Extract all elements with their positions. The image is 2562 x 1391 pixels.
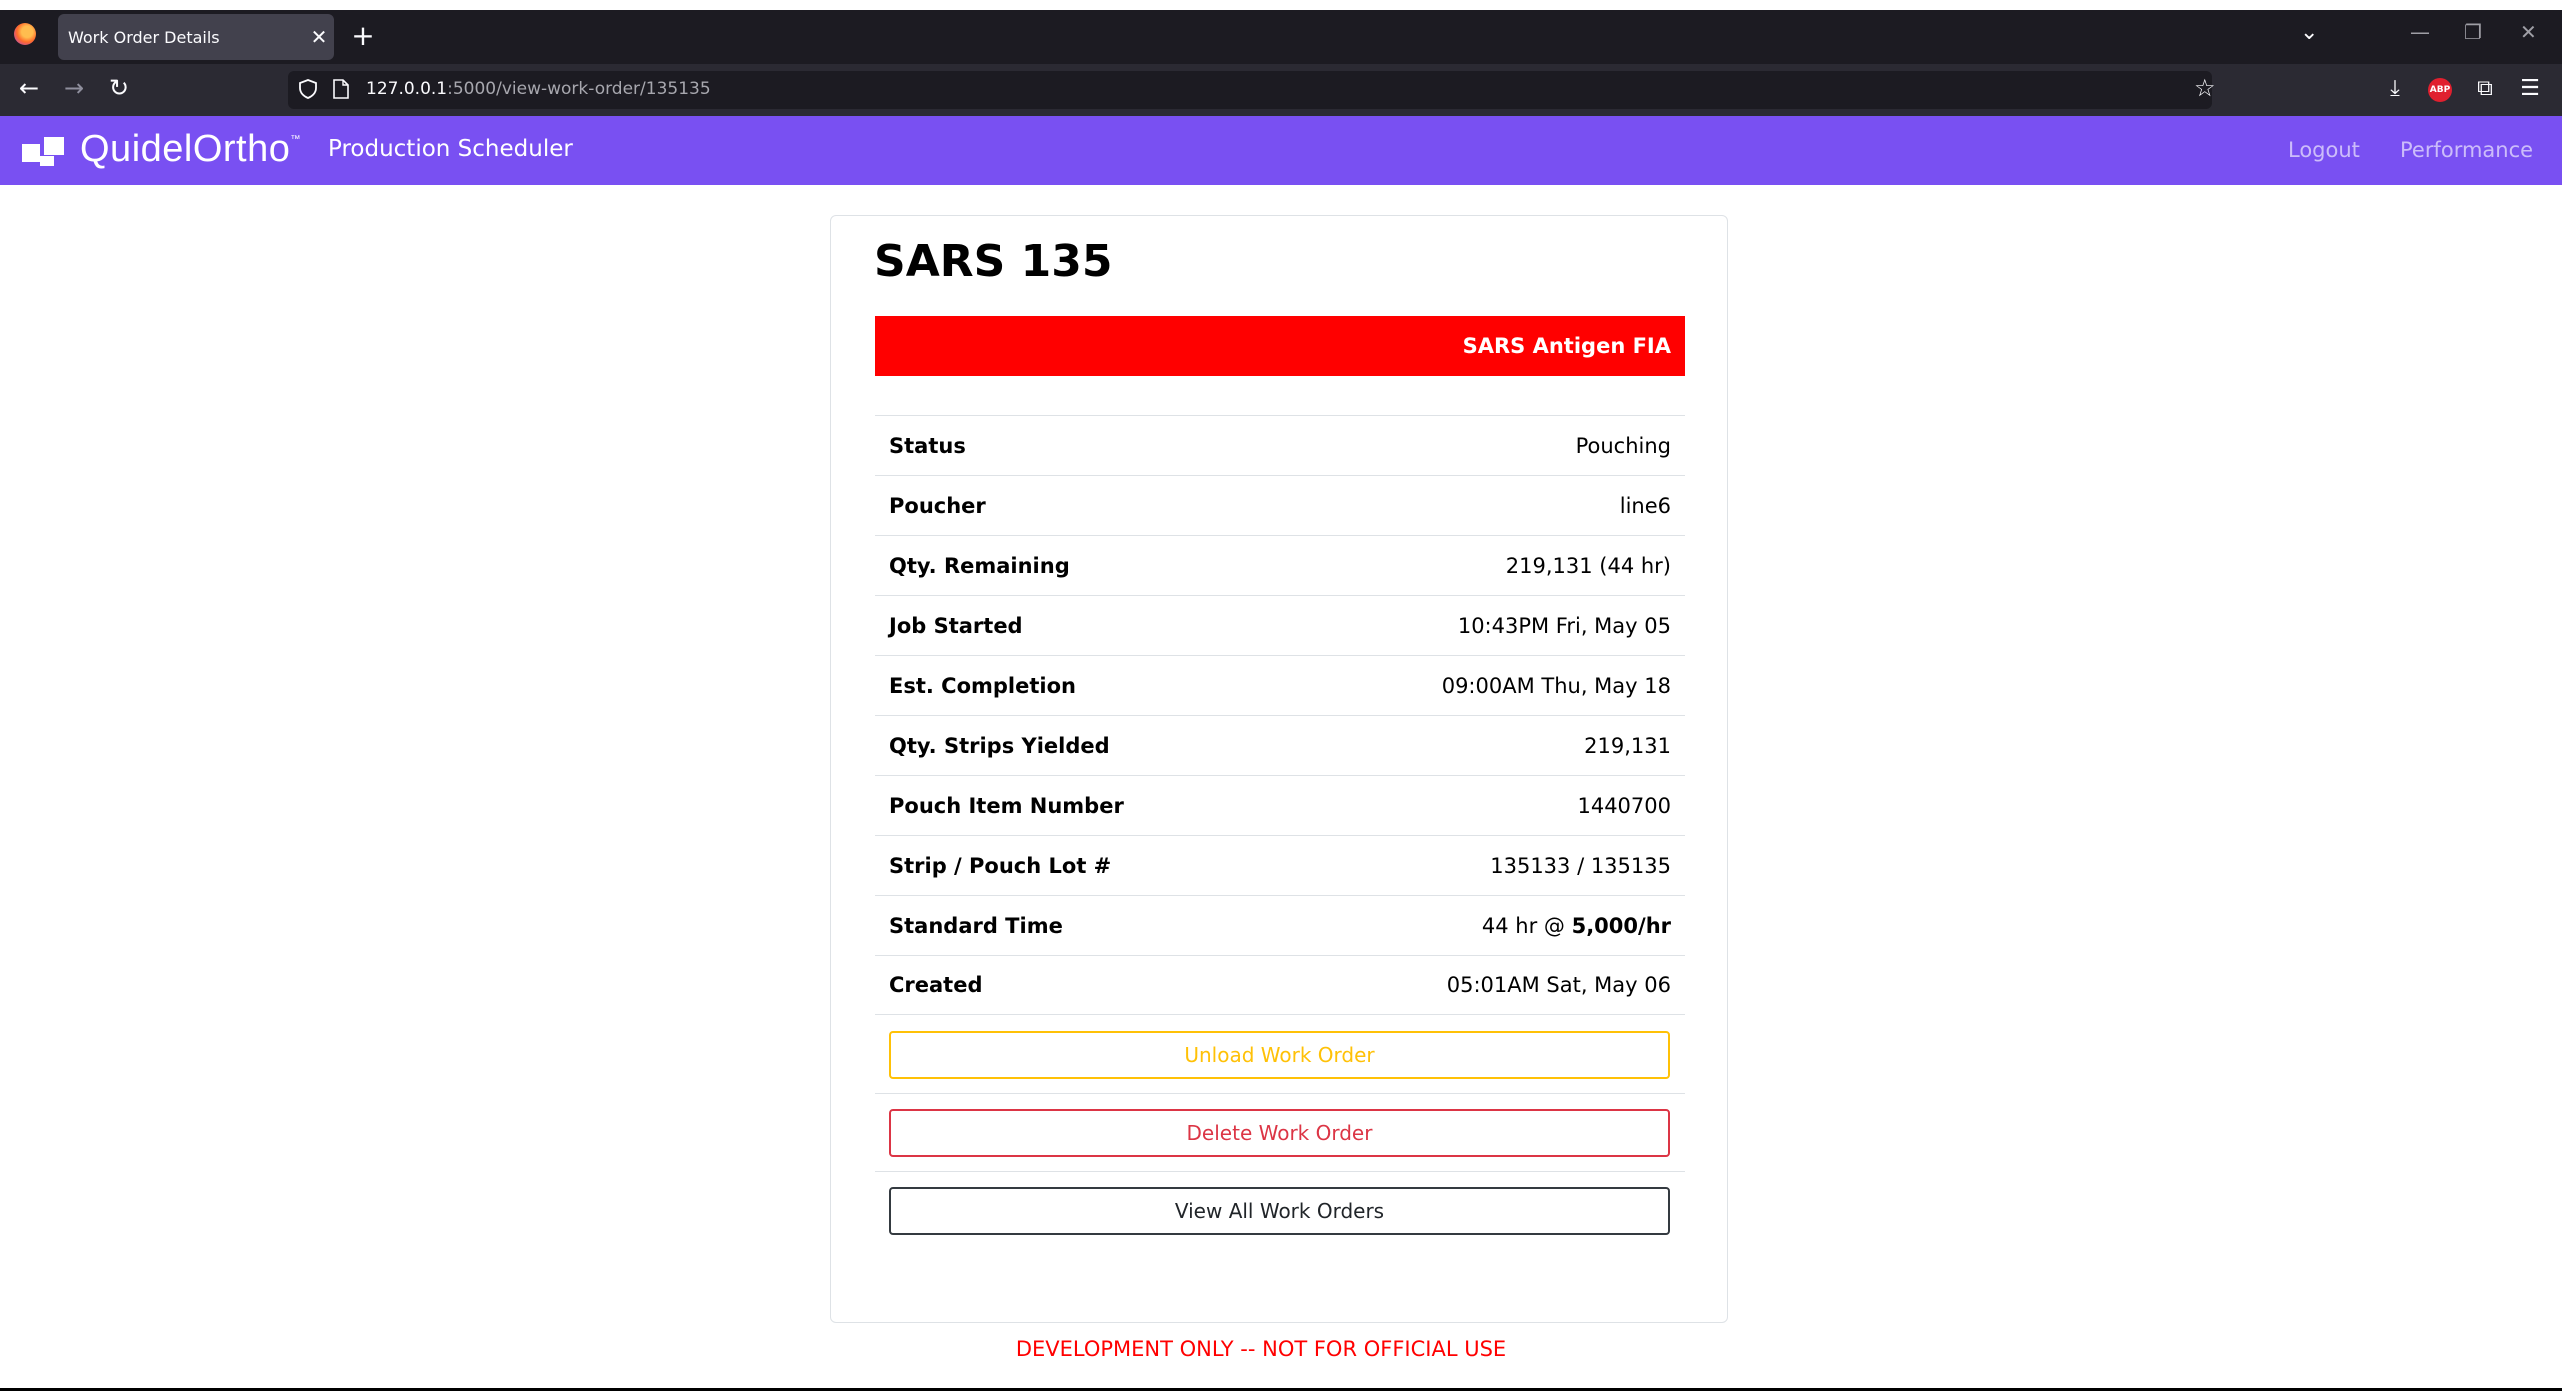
detail-row-created: Created 05:01AM Sat, May 06	[875, 955, 1685, 1015]
detail-label: Est. Completion	[889, 673, 1076, 698]
detail-label: Standard Time	[889, 913, 1063, 938]
quidelortho-logo-icon[interactable]	[22, 134, 68, 168]
close-window-icon[interactable]: ✕	[2520, 20, 2537, 44]
detail-label: Poucher	[889, 493, 986, 518]
detail-label: Created	[889, 973, 983, 997]
brand-name[interactable]: QuidelOrtho™	[80, 128, 301, 171]
close-tab-icon[interactable]: ✕	[304, 25, 334, 49]
performance-link[interactable]: Performance	[2400, 138, 2533, 162]
detail-row-qty-strips-yielded: Qty. Strips Yielded 219,131	[875, 715, 1685, 775]
product-name: SARS Antigen FIA	[1462, 334, 1671, 358]
product-banner: SARS Antigen FIA	[875, 316, 1685, 376]
detail-value: 1440700	[1577, 793, 1671, 818]
window-top-edge	[0, 0, 2562, 10]
brand-text: QuidelOrtho	[80, 128, 291, 170]
standard-time-rate: 5,000/hr	[1571, 913, 1671, 938]
reload-icon[interactable]: ↻	[102, 74, 136, 102]
url-host: 127.0.0.1	[366, 79, 448, 99]
work-order-details-list: Status Pouching Poucher line6 Qty. Remai…	[875, 415, 1685, 1015]
back-arrow-icon[interactable]: ←	[12, 74, 46, 102]
detail-row-standard-time: Standard Time 44 hr @ 5,000/hr	[875, 895, 1685, 955]
url-text[interactable]: 127.0.0.1:5000/view-work-order/135135	[366, 79, 711, 99]
extensions-puzzle-icon[interactable]: ⧉	[2470, 76, 2500, 101]
firefox-icon	[14, 23, 36, 45]
tracking-protection-shield-icon[interactable]	[298, 79, 318, 99]
unload-button-row: Unload Work Order	[875, 1016, 1685, 1094]
downloads-icon[interactable]: ⤓	[2380, 76, 2410, 101]
detail-value: 219,131 (44 hr)	[1505, 553, 1671, 578]
tab-title: Work Order Details	[68, 27, 220, 47]
detail-value: 10:43PM Fri, May 05	[1457, 613, 1671, 638]
minimize-window-icon[interactable]: —	[2410, 20, 2430, 44]
page-info-icon[interactable]	[332, 79, 350, 99]
detail-row-job-started: Job Started 10:43PM Fri, May 05	[875, 595, 1685, 655]
detail-row-est-completion: Est. Completion 09:00AM Thu, May 18	[875, 655, 1685, 715]
detail-label: Qty. Strips Yielded	[889, 733, 1110, 758]
detail-value: 219,131	[1584, 733, 1671, 758]
restore-window-icon[interactable]: ❐	[2464, 20, 2482, 44]
detail-value: line6	[1619, 493, 1671, 518]
app-title[interactable]: Production Scheduler	[328, 136, 573, 162]
detail-value: 09:00AM Thu, May 18	[1441, 673, 1671, 698]
delete-button-row: Delete Work Order	[875, 1094, 1685, 1172]
detail-label: Qty. Remaining	[889, 553, 1070, 578]
detail-label: Status	[889, 433, 966, 458]
logout-link[interactable]: Logout	[2288, 138, 2360, 162]
bookmark-star-icon[interactable]: ☆	[2194, 74, 2216, 102]
development-notice: DEVELOPMENT ONLY -- NOT FOR OFFICIAL USE	[1015, 1337, 1507, 1361]
view-all-button-row: View All Work Orders	[875, 1172, 1685, 1250]
detail-row-poucher: Poucher line6	[875, 475, 1685, 535]
work-order-title: SARS 135	[874, 236, 1113, 287]
detail-row-lot-numbers: Strip / Pouch Lot # 135133 / 135135	[875, 835, 1685, 895]
hamburger-menu-icon[interactable]: ☰	[2515, 76, 2545, 101]
detail-label: Job Started	[889, 613, 1023, 638]
detail-row-status: Status Pouching	[875, 415, 1685, 475]
brand-trademark: ™	[290, 134, 301, 145]
unload-work-order-button[interactable]: Unload Work Order	[889, 1031, 1670, 1079]
list-all-tabs-icon[interactable]: ⌄	[2300, 20, 2318, 45]
delete-work-order-button[interactable]: Delete Work Order	[889, 1109, 1670, 1157]
detail-value: Pouching	[1575, 433, 1671, 458]
detail-value: 44 hr @ 5,000/hr	[1482, 914, 1671, 938]
adblock-plus-icon[interactable]: ABP	[2428, 78, 2452, 102]
browser-tab-bar	[0, 10, 2562, 64]
detail-row-pouch-item-number: Pouch Item Number 1440700	[875, 775, 1685, 835]
detail-value: 05:01AM Sat, May 06	[1446, 973, 1671, 997]
detail-label: Strip / Pouch Lot #	[889, 853, 1112, 878]
url-path: :5000/view-work-order/135135	[447, 79, 711, 99]
forward-arrow-icon[interactable]: →	[57, 74, 91, 102]
detail-label: Pouch Item Number	[889, 793, 1124, 818]
standard-time-hours: 44 hr @	[1481, 913, 1572, 938]
new-tab-button[interactable]: +	[348, 18, 378, 54]
detail-value: 135133 / 135135	[1490, 853, 1671, 878]
view-all-work-orders-button[interactable]: View All Work Orders	[889, 1187, 1670, 1235]
browser-tab-work-order-details[interactable]: Work Order Details ✕	[58, 14, 334, 60]
detail-row-qty-remaining: Qty. Remaining 219,131 (44 hr)	[875, 535, 1685, 595]
